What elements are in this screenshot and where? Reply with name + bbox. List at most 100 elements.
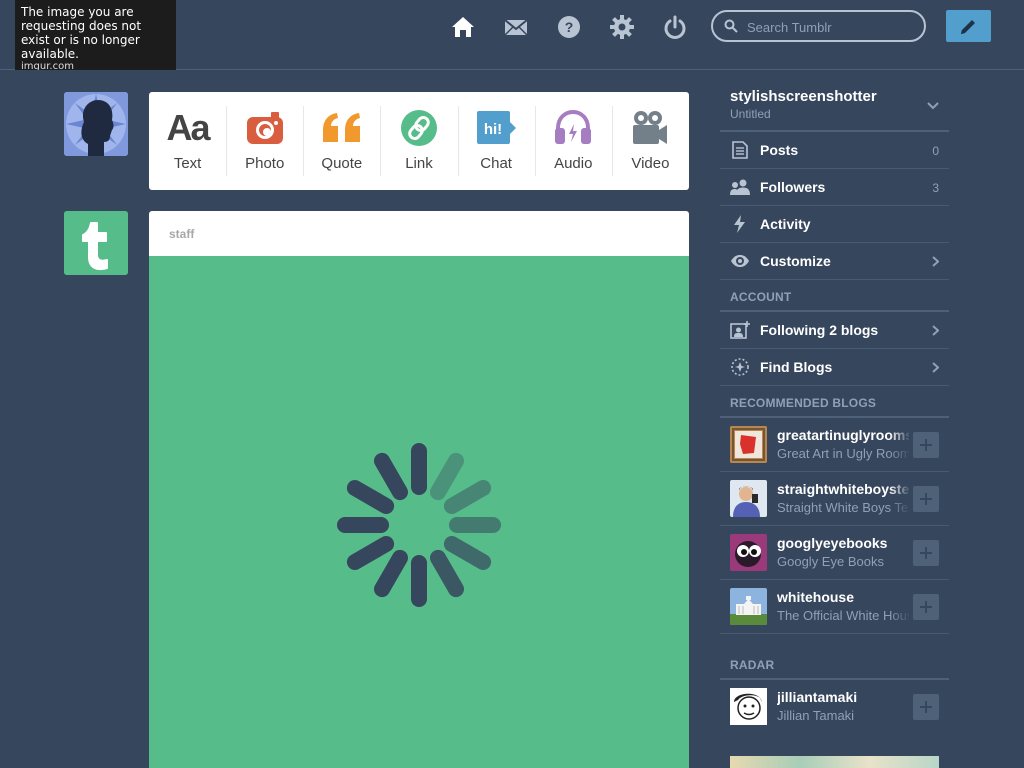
sidebar-item-label: Posts <box>760 142 799 158</box>
recommended-blog-item[interactable]: whitehouse The Official White House <box>720 580 949 634</box>
recommended-blog-item[interactable]: straightwhiteboystexting Straight White … <box>720 472 949 526</box>
post-type-label: Video <box>631 155 670 172</box>
post-audio-button[interactable]: Audio <box>534 92 612 190</box>
sidebar-item-posts[interactable]: Posts 0 <box>720 132 949 169</box>
sidebar-item-customize[interactable]: Customize <box>720 243 949 280</box>
home-icon[interactable] <box>450 14 476 40</box>
sidebar-item-label: Find Blogs <box>760 359 833 375</box>
posts-icon <box>730 141 750 159</box>
chevron-down-icon <box>927 102 939 110</box>
sidebar-item-activity[interactable]: Activity <box>720 206 949 243</box>
post-header: staff <box>149 211 689 256</box>
recommended-blog-item[interactable]: googlyeyebooks Googly Eye Books <box>720 526 949 580</box>
compose-post-button[interactable] <box>946 10 991 42</box>
power-icon[interactable] <box>662 14 688 40</box>
help-icon[interactable]: ? <box>556 14 582 40</box>
sidebar-item-label: Customize <box>760 253 831 269</box>
compass-icon <box>730 358 750 376</box>
post-type-label: Photo <box>245 155 285 172</box>
gear-icon[interactable] <box>609 14 635 40</box>
video-camera-icon <box>628 108 672 148</box>
sidebar-item-find-blogs[interactable]: Find Blogs <box>720 349 949 386</box>
pencil-icon <box>961 20 975 34</box>
spinner-segment <box>346 536 395 570</box>
post-link-button[interactable]: Link <box>380 92 457 190</box>
post-type-bar: Aa Text Photo Quote Link hi! Chat Audio <box>149 92 689 190</box>
text-icon: Aa <box>166 107 211 148</box>
recommended-blogs-heading: RECOMMENDED BLOGS <box>720 386 949 418</box>
link-icon <box>397 108 441 148</box>
chat-icon: hi! <box>474 108 518 148</box>
post-type-label: Link <box>405 155 433 172</box>
spinner-segment <box>346 480 395 514</box>
search-box[interactable] <box>711 10 926 42</box>
posts-count: 0 <box>932 144 939 158</box>
blog-description: Jillian Tamaki <box>777 708 855 723</box>
blog-thumbnail <box>730 588 767 625</box>
chevron-right-icon <box>932 325 939 336</box>
post-quote-button[interactable]: Quote <box>303 92 380 190</box>
lightning-icon <box>730 215 750 233</box>
missing-image-text: The image you are requesting does not ex… <box>21 5 142 61</box>
search-icon <box>724 19 738 33</box>
post-photo-button[interactable]: Photo <box>226 92 303 190</box>
eye-icon <box>730 252 750 270</box>
follow-button[interactable] <box>913 594 939 620</box>
headphones-icon <box>551 108 595 148</box>
svg-text:?: ? <box>565 19 574 35</box>
blog-name: stylishscreenshotter <box>730 88 877 105</box>
recommended-blog-item[interactable]: greatartinuglyrooms Great Art in Ugly Ro… <box>720 418 949 472</box>
spinner-segment <box>443 480 492 514</box>
blog-selector[interactable]: stylishscreenshotter Untitled <box>720 78 949 132</box>
blog-thumbnail <box>730 534 767 571</box>
blog-thumbnail <box>730 688 767 725</box>
post-chat-button[interactable]: hi! Chat <box>457 92 535 190</box>
blog-thumbnail <box>730 480 767 517</box>
top-nav-bar: The image you are requesting does not ex… <box>0 0 1024 70</box>
spinner-segment <box>430 452 464 501</box>
mail-icon[interactable] <box>503 14 529 40</box>
followers-count: 3 <box>932 181 939 195</box>
follow-button[interactable] <box>913 432 939 458</box>
follow-button[interactable] <box>913 540 939 566</box>
post-type-label: Quote <box>321 155 363 172</box>
tumblr-logo-icon <box>64 211 128 275</box>
account-heading: ACCOUNT <box>720 280 949 312</box>
spinner-segment <box>374 452 408 501</box>
post-video-button[interactable]: Video <box>611 92 689 190</box>
followers-icon <box>730 178 750 196</box>
post-content <box>149 256 689 768</box>
follow-button[interactable] <box>913 694 939 720</box>
post-type-label: Chat <box>480 155 512 172</box>
radar-heading: RADAR <box>720 634 949 680</box>
sidebar-item-label: Activity <box>760 216 811 232</box>
post-author[interactable]: staff <box>169 227 194 241</box>
blog-subtitle: Untitled <box>730 107 771 121</box>
sidebar-item-label: Followers <box>760 179 826 195</box>
missing-image-notice: The image you are requesting does not ex… <box>15 0 176 70</box>
svg-text:hi!: hi! <box>484 121 502 138</box>
quote-icon <box>320 108 364 148</box>
radar-post-preview[interactable] <box>730 756 939 768</box>
spinner-segment <box>443 536 492 570</box>
user-avatar[interactable] <box>64 92 128 156</box>
blog-name: jilliantamaki <box>777 689 858 705</box>
loading-spinner-icon <box>337 443 501 607</box>
sidebar-item-label: Following 2 blogs <box>760 322 879 338</box>
follow-button[interactable] <box>913 486 939 512</box>
sidebar-item-followers[interactable]: Followers 3 <box>720 169 949 206</box>
sidebar: stylishscreenshotter Untitled Posts 0 Fo… <box>720 78 949 768</box>
spinner-segment <box>430 549 464 598</box>
sidebar-item-following[interactable]: Following 2 blogs <box>720 312 949 349</box>
chevron-right-icon <box>932 362 939 373</box>
staff-avatar[interactable] <box>64 211 128 275</box>
post-type-label: Text <box>173 155 202 172</box>
missing-image-source: imgur.com <box>21 61 74 70</box>
post-type-label: Audio <box>554 155 593 172</box>
post-text-button[interactable]: Aa Text <box>149 92 226 190</box>
dashboard-post: staff <box>149 211 689 768</box>
following-icon <box>730 321 750 339</box>
radar-blog-item[interactable]: jilliantamaki Jillian Tamaki <box>720 680 949 733</box>
camera-icon <box>243 108 287 148</box>
search-input[interactable] <box>745 16 919 38</box>
